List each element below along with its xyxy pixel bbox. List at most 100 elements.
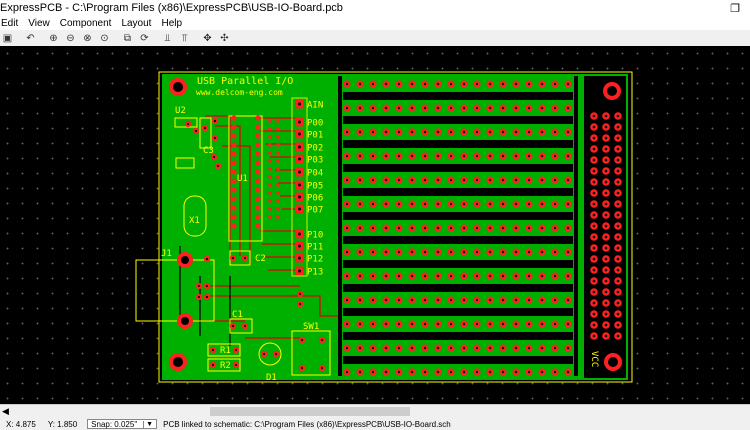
proto-pad-hole bbox=[540, 346, 544, 350]
scroll-thumb[interactable] bbox=[210, 407, 410, 416]
proto-pad-hole bbox=[566, 82, 570, 86]
board-url: www.delcom-eng.com bbox=[196, 88, 283, 97]
pcb-layout[interactable]: USB Parallel I/O www.delcom-eng.com AIN P… bbox=[0, 46, 750, 404]
header-pad-hole bbox=[592, 191, 596, 195]
pin-label-p10: P10 bbox=[307, 231, 323, 241]
proto-pad-hole bbox=[410, 130, 414, 134]
proto-pad-hole bbox=[436, 130, 440, 134]
component-pad-hole bbox=[320, 366, 324, 370]
label-u1: U1 bbox=[237, 174, 248, 184]
menu-view[interactable]: View bbox=[23, 18, 55, 29]
proto-pad-hole bbox=[384, 370, 388, 374]
proto-pad-hole bbox=[410, 226, 414, 230]
via bbox=[276, 199, 280, 203]
proto-pad-hole bbox=[566, 178, 570, 182]
proto-pad-hole bbox=[345, 154, 349, 158]
restore-window-icon[interactable]: ❐ bbox=[730, 2, 740, 15]
mounting-hole-center bbox=[173, 82, 183, 92]
proto-pad-hole bbox=[501, 226, 505, 230]
header-pad-hole bbox=[592, 202, 596, 206]
mounting-hole-center bbox=[608, 357, 618, 367]
proto-pad-hole bbox=[514, 82, 518, 86]
zoom-in-icon[interactable]: ⊕ bbox=[46, 31, 61, 45]
save-icon[interactable]: ▣ bbox=[0, 31, 15, 45]
menu-help[interactable]: Help bbox=[156, 18, 187, 29]
pin-label-p03: P03 bbox=[307, 156, 323, 166]
menu-component[interactable]: Component bbox=[55, 18, 117, 29]
header-pad-hole bbox=[616, 125, 620, 129]
zoom-fit-icon[interactable]: ⊗ bbox=[80, 31, 95, 45]
proto-pad-hole bbox=[501, 250, 505, 254]
pin-pad-hole bbox=[298, 195, 301, 199]
proto-pad-hole bbox=[566, 322, 570, 326]
proto-pad-hole bbox=[358, 274, 362, 278]
proto-pad-hole bbox=[397, 298, 401, 302]
proto-pad-hole bbox=[501, 106, 505, 110]
undo-icon[interactable]: ↶ bbox=[23, 31, 38, 45]
x-coordinate: X: 4.875 bbox=[6, 419, 36, 429]
proto-pad-hole bbox=[475, 346, 479, 350]
scroll-left-icon[interactable]: ◀ bbox=[2, 406, 9, 417]
proto-pad-hole bbox=[397, 226, 401, 230]
proto-pad-hole bbox=[384, 130, 388, 134]
layers-icon[interactable]: ⧉ bbox=[120, 31, 135, 45]
rotate-icon[interactable]: ⟳ bbox=[137, 31, 152, 45]
proto-pad-hole bbox=[488, 226, 492, 230]
proto-pad-hole bbox=[566, 202, 570, 206]
via bbox=[268, 135, 272, 139]
component-pad-hole bbox=[197, 295, 201, 299]
top-layer-icon[interactable]: ⫫ bbox=[160, 31, 175, 45]
via bbox=[276, 207, 280, 211]
proto-pad-hole bbox=[358, 82, 362, 86]
chevron-down-icon: ▼ bbox=[143, 420, 153, 428]
label-r1: R1 bbox=[220, 346, 231, 356]
proto-pad-hole bbox=[371, 130, 375, 134]
zoom-out-icon[interactable]: ⊖ bbox=[63, 31, 78, 45]
proto-pad-hole bbox=[436, 346, 440, 350]
via bbox=[276, 143, 280, 147]
header-pad-hole bbox=[592, 169, 596, 173]
move-icon[interactable]: ✥ bbox=[200, 31, 215, 45]
proto-pad-hole bbox=[410, 298, 414, 302]
component-pad-hole bbox=[194, 129, 198, 133]
via bbox=[276, 119, 280, 123]
proto-pad-hole bbox=[449, 298, 453, 302]
label-r2: R2 bbox=[220, 361, 231, 371]
proto-pad-hole bbox=[475, 298, 479, 302]
pcb-canvas[interactable]: USB Parallel I/O www.delcom-eng.com AIN P… bbox=[0, 46, 750, 404]
menu-edit[interactable]: Edit bbox=[0, 18, 23, 29]
menu-layout[interactable]: Layout bbox=[116, 18, 156, 29]
pan-icon[interactable]: ✣ bbox=[217, 31, 232, 45]
header-pad-hole bbox=[616, 268, 620, 272]
proto-pad-hole bbox=[540, 106, 544, 110]
proto-pad-hole bbox=[371, 106, 375, 110]
proto-pad-hole bbox=[410, 322, 414, 326]
proto-pad-hole bbox=[449, 250, 453, 254]
header-pad-hole bbox=[604, 246, 608, 250]
horizontal-scrollbar[interactable]: ◀ bbox=[0, 404, 750, 418]
proto-pad-hole bbox=[527, 226, 531, 230]
proto-pad-hole bbox=[501, 274, 505, 278]
proto-pad-hole bbox=[436, 298, 440, 302]
ic-pad bbox=[255, 151, 261, 157]
proto-pad-hole bbox=[449, 202, 453, 206]
ic-pad bbox=[255, 133, 261, 139]
header-pad-hole bbox=[616, 136, 620, 140]
proto-strip bbox=[343, 188, 573, 196]
proto-pad-hole bbox=[462, 250, 466, 254]
proto-pad-hole bbox=[423, 370, 427, 374]
proto-pad-hole bbox=[475, 106, 479, 110]
header-pad-hole bbox=[604, 213, 608, 217]
label-d1: D1 bbox=[266, 373, 277, 383]
bottom-layer-icon[interactable]: ⫪ bbox=[177, 31, 192, 45]
ic-pad bbox=[231, 178, 237, 184]
ic-pad bbox=[231, 223, 237, 229]
snap-select[interactable]: Snap: 0.025" ▼ bbox=[87, 419, 158, 429]
proto-pad-hole bbox=[358, 370, 362, 374]
zoom-area-icon[interactable]: ⊙ bbox=[97, 31, 112, 45]
header-pad-hole bbox=[604, 125, 608, 129]
bus-left bbox=[338, 76, 342, 376]
proto-pad-hole bbox=[475, 130, 479, 134]
component-pad-hole bbox=[205, 284, 209, 288]
component-pad-hole bbox=[211, 348, 215, 352]
